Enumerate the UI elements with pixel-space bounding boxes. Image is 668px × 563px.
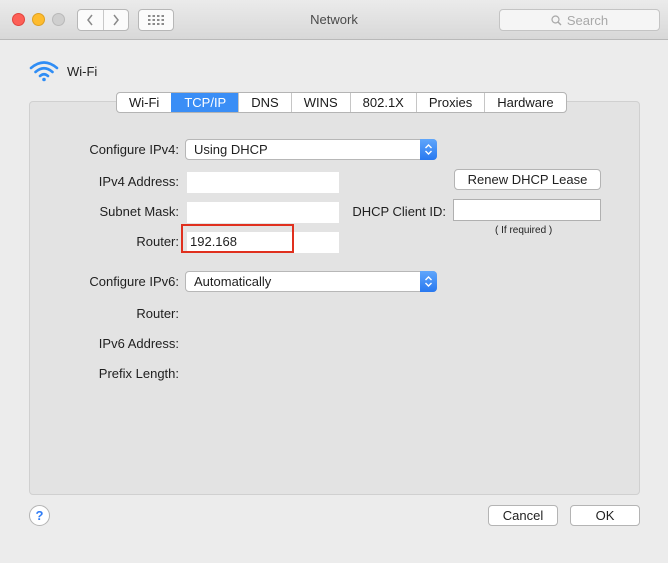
settings-panel (29, 101, 640, 495)
help-button[interactable]: ? (29, 505, 50, 526)
prefix-length-label: Prefix Length: (98, 366, 179, 381)
popup-arrows-icon (420, 139, 437, 160)
router-label: Router: (136, 234, 179, 249)
tab-wins[interactable]: WINS (290, 93, 350, 112)
ipv6-address-label: IPv6 Address: (98, 336, 179, 351)
tab-8021x[interactable]: 802.1X (349, 93, 416, 112)
title-bar: Network Search (0, 0, 668, 40)
subnet-mask-value (187, 202, 339, 223)
wifi-icon (29, 61, 59, 82)
tab-wifi[interactable]: Wi-Fi (117, 93, 171, 112)
configure-ipv6-label: Configure IPv6: (89, 274, 179, 289)
ipv4-address-value (187, 172, 339, 193)
renew-dhcp-lease-button[interactable]: Renew DHCP Lease (454, 169, 601, 190)
ok-button[interactable]: OK (570, 505, 640, 526)
search-placeholder: Search (566, 12, 609, 28)
router-highlight-box (181, 224, 294, 253)
interface-header: Wi-Fi (29, 60, 97, 82)
dhcp-client-id-label: DHCP Client ID: (352, 204, 446, 219)
search-icon (551, 14, 562, 25)
tab-proxies[interactable]: Proxies (415, 93, 484, 112)
tab-hardware[interactable]: Hardware (484, 93, 565, 112)
configure-ipv4-value: Using DHCP (194, 142, 268, 157)
ipv6-router-label: Router: (136, 306, 179, 321)
dhcp-client-id-hint: ( If required ) (495, 225, 553, 236)
cancel-button[interactable]: Cancel (488, 505, 558, 526)
configure-ipv6-popup[interactable]: Automatically (185, 271, 437, 292)
tab-bar: Wi-Fi TCP/IP DNS WINS 802.1X Proxies Har… (116, 92, 567, 113)
interface-name: Wi-Fi (67, 63, 98, 79)
search-field[interactable]: Search (499, 9, 660, 31)
tab-dns[interactable]: DNS (238, 93, 290, 112)
dhcp-client-id-field[interactable] (453, 199, 601, 221)
subnet-mask-label: Subnet Mask: (99, 204, 180, 219)
popup-arrows-icon (420, 271, 437, 292)
configure-ipv6-value: Automatically (194, 274, 272, 289)
configure-ipv4-label: Configure IPv4: (89, 142, 179, 157)
ipv4-address-label: IPv4 Address: (98, 174, 179, 189)
configure-ipv4-popup[interactable]: Using DHCP (185, 139, 437, 160)
tab-tcpip[interactable]: TCP/IP (171, 93, 239, 112)
